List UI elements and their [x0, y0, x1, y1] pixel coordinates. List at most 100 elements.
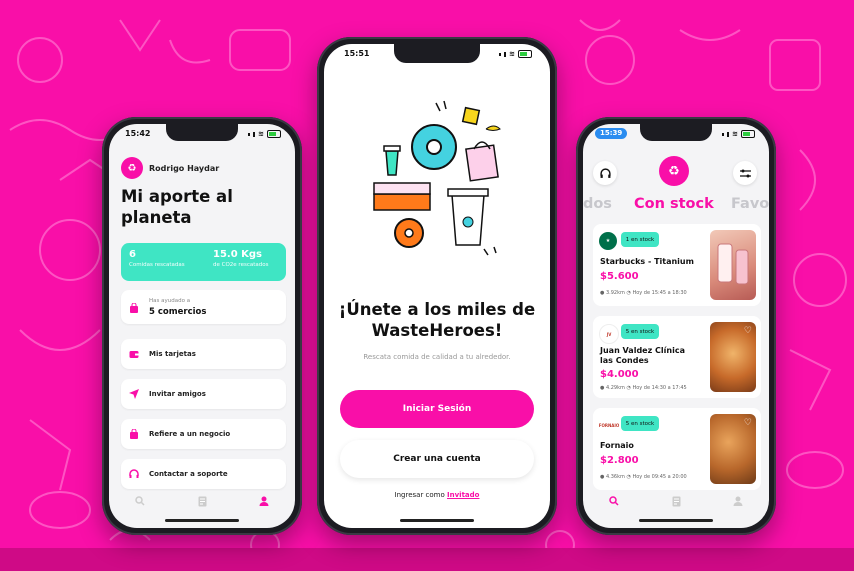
right-phone: 15:39 ≋ ♻ odos Con stock Favo ★ 1 en sto…: [576, 117, 776, 535]
menu-item-label: Refiere a un negocio: [149, 430, 231, 438]
location-icon: ●: [600, 290, 605, 296]
shopping-bag-icon: [130, 429, 138, 439]
left-phone-screen: 15:42 ≋ ♻ Rodrigo Haydar Mi aporte al pl…: [109, 124, 295, 528]
stock-badge: 5 en stock: [621, 416, 659, 431]
starbucks-logo-icon: ★: [599, 232, 617, 250]
helped-card[interactable]: Has ayudado a 5 comercios: [121, 290, 286, 324]
signal-icon: [722, 132, 725, 136]
shop-distance: 4.29km: [605, 385, 625, 391]
receipt-icon[interactable]: [670, 495, 682, 507]
location-icon: ●: [600, 474, 605, 480]
clock-icon: ◔: [626, 290, 631, 296]
status-time: 15:42: [125, 129, 151, 138]
headset-icon: [599, 167, 611, 178]
menu-item-support[interactable]: Contactar a soporte: [121, 459, 286, 489]
menu-item-label: Mis tarjetas: [149, 350, 196, 358]
avatar[interactable]: ♻: [121, 157, 143, 179]
stats-card: 6 Comidas rescatadas 15.0 Kgs de CO2e re…: [121, 243, 286, 281]
shop-name: Starbucks - Titanium: [600, 257, 694, 266]
menu-item-label: Invitar amigos: [149, 390, 206, 398]
shop-card[interactable]: FORNAIO 5 en stock Fornaio $2.800 ● 4.36…: [593, 408, 761, 490]
stat-co2: 15.0 Kgs de CO2e rescatados: [213, 249, 268, 268]
menu-item-invite[interactable]: Invitar amigos: [121, 379, 286, 409]
menu-item-cards[interactable]: Mis tarjetas: [121, 339, 286, 369]
wallet-icon: [129, 351, 139, 358]
filter-button[interactable]: [733, 161, 757, 185]
profile-icon[interactable]: [732, 495, 744, 507]
left-phone: 15:42 ≋ ♻ Rodrigo Haydar Mi aporte al pl…: [102, 117, 302, 535]
shop-name: Fornaio: [600, 441, 634, 450]
headline: ¡Únete a los miles de WasteHeroes!: [338, 300, 536, 340]
guest-login: Ingresar como Invitado: [324, 491, 550, 499]
wifi-icon: ≋: [509, 50, 515, 58]
category-tabs: odos Con stock Favo: [583, 196, 769, 216]
signal-icons: ≋: [248, 130, 281, 138]
profile-icon[interactable]: [258, 495, 270, 507]
fornaio-logo-icon: FORNAIO: [599, 416, 619, 434]
tab-con-stock[interactable]: Con stock: [634, 196, 714, 212]
stock-badge: 5 en stock: [621, 324, 659, 339]
food-illustration: [373, 100, 501, 256]
battery-icon: [741, 130, 755, 138]
bottom-strip: [0, 548, 854, 571]
notch: [394, 44, 480, 63]
status-time: 15:51: [344, 49, 370, 58]
guest-link[interactable]: Invitado: [447, 491, 479, 499]
juan-valdez-logo-icon: JV: [599, 324, 619, 344]
user-name: Rodrigo Haydar: [149, 164, 220, 173]
shop-price: $5.600: [600, 271, 639, 282]
guest-prefix: Ingresar como: [394, 491, 445, 499]
center-phone: 15:51 ≋ ¡Únete a los miles de WasteHeroe…: [317, 37, 557, 535]
shop-time: Hoy de 09:45 a 20:00: [632, 474, 687, 480]
login-button[interactable]: Iniciar Sesión: [340, 390, 534, 428]
signal-icon: [253, 131, 256, 137]
search-icon[interactable]: [134, 495, 146, 507]
support-button[interactable]: [593, 161, 617, 185]
center-phone-screen: 15:51 ≋ ¡Únete a los miles de WasteHeroe…: [324, 44, 550, 528]
signal-icon: [504, 51, 507, 57]
stat-value: 6: [129, 249, 136, 260]
subtitle: Rescata comida de calidad a tu alrededor…: [363, 353, 511, 361]
shop-distance: 3.92km: [605, 290, 625, 296]
signal-icon: [499, 52, 502, 56]
signal-icons: ≋: [499, 50, 532, 58]
stat-label: Comidas rescatadas: [129, 262, 185, 268]
shop-price: $2.800: [600, 455, 639, 466]
shop-time: Hoy de 14:30 a 17:45: [632, 385, 687, 391]
filter-icon: [739, 169, 751, 177]
helped-caption: Has ayudado a: [149, 298, 191, 304]
search-icon[interactable]: [608, 495, 620, 507]
stat-value: 15.0 Kgs: [213, 249, 263, 260]
pink-drink-icon: [717, 243, 749, 285]
signup-button[interactable]: Crear una cuenta: [340, 440, 534, 478]
right-phone-screen: 15:39 ≋ ♻ odos Con stock Favo ★ 1 en sto…: [583, 124, 769, 528]
shop-card[interactable]: ★ 1 en stock Starbucks - Titanium $5.600…: [593, 224, 761, 306]
shop-meta: ● 3.92km ◔ Hoy de 15:45 a 18:30: [600, 290, 687, 296]
menu-item-refer[interactable]: Refiere a un negocio: [121, 419, 286, 449]
shop-photo: ♡: [710, 414, 756, 484]
signal-icon: [727, 131, 730, 137]
page-title: Mi aporte al planeta: [121, 187, 233, 227]
menu-item-label: Contactar a soporte: [149, 470, 228, 478]
shop-photo: ♡: [710, 322, 756, 392]
shop-photo: [710, 230, 756, 300]
shop-card[interactable]: JV 5 en stock Juan Valdez Clínica las Co…: [593, 316, 761, 398]
shop-price: $4.000: [600, 369, 639, 380]
home-indicator: [165, 519, 239, 522]
shop-meta: ● 4.36km ◔ Hoy de 09:45 a 20:00: [600, 474, 687, 480]
location-icon: ●: [600, 385, 605, 391]
shopping-bag-icon: [130, 303, 138, 313]
helped-value: 5 comercios: [149, 307, 207, 317]
battery-icon: [267, 130, 281, 138]
shop-distance: 4.36km: [605, 474, 625, 480]
heart-icon[interactable]: ♡: [744, 326, 752, 336]
send-icon: [129, 389, 139, 399]
tab-favoritos[interactable]: Favo: [731, 196, 769, 212]
signal-icons: ≋: [722, 130, 755, 138]
clock-icon: ◔: [626, 385, 631, 391]
heart-icon[interactable]: ♡: [744, 418, 752, 428]
brand-logo: ♻: [659, 156, 689, 186]
receipt-icon[interactable]: [196, 495, 208, 507]
tab-todos[interactable]: odos: [583, 196, 612, 212]
stat-meals: 6 Comidas rescatadas: [129, 249, 185, 268]
